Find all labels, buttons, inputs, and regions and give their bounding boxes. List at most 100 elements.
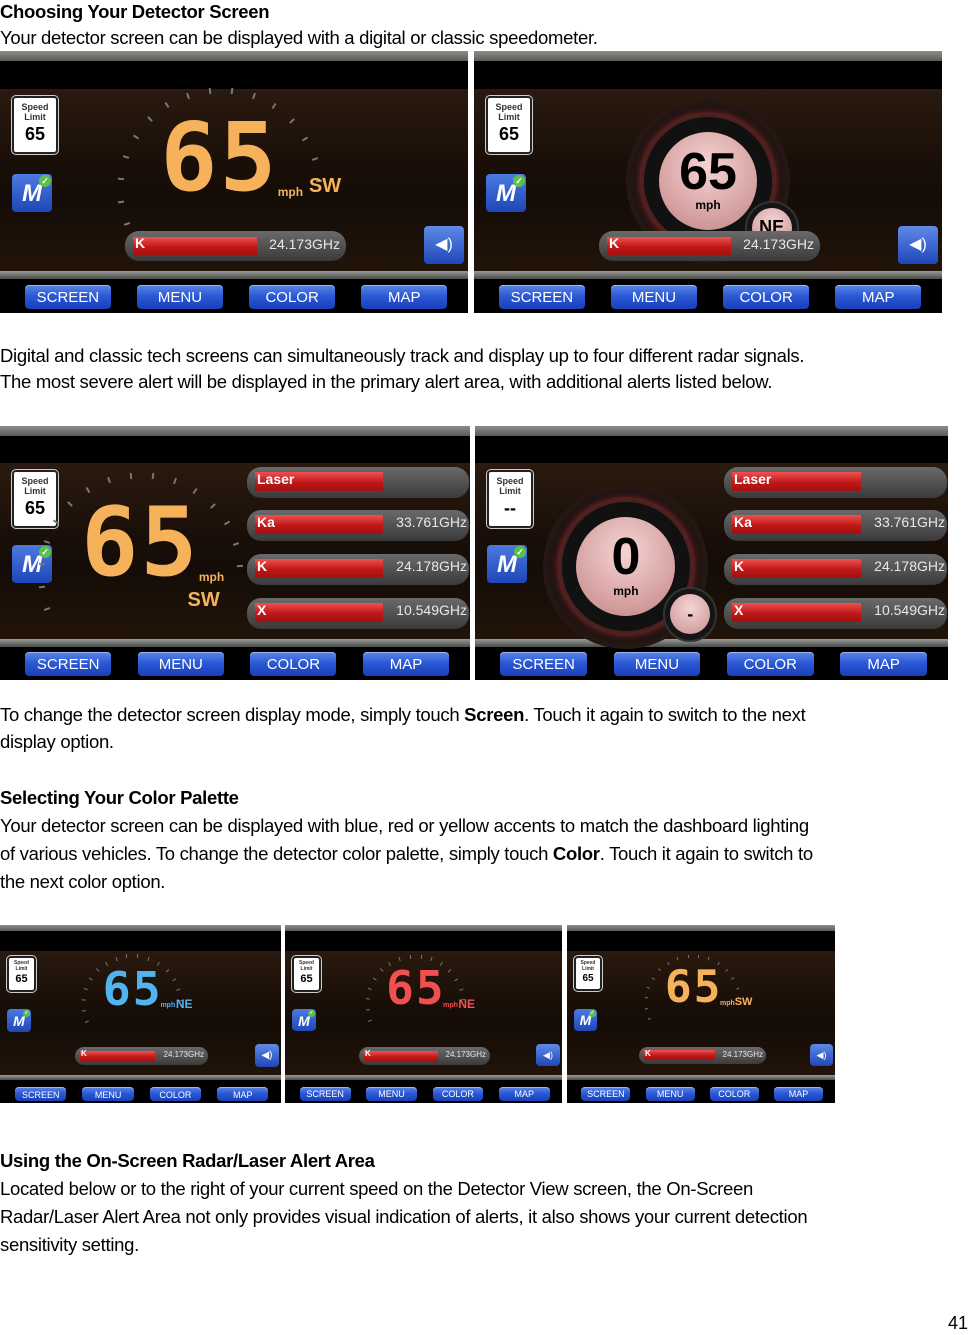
volume-icon[interactable]: ◀) <box>898 226 938 264</box>
top-bar <box>0 925 281 931</box>
para-color-1: Your detector screen can be displayed wi… <box>0 815 809 836</box>
speed-limit-label: Speed Limit <box>496 476 524 496</box>
nav-button-screen[interactable]: SCREEN <box>500 652 587 676</box>
heading-value: SW <box>734 996 753 1008</box>
nav-button-menu[interactable]: MENU <box>611 285 697 309</box>
detector-screen-digital-small: SCREEN MENU COLOR MAP Speed Limit 65 M ✓ ◀) 65 mph N… <box>285 925 562 1103</box>
para-screen-touch-2: display option. <box>0 731 114 752</box>
text: of various vehicles. To change the detec… <box>0 843 553 864</box>
nav-button-menu[interactable]: MENU <box>366 1087 417 1101</box>
nav-button-screen[interactable]: SCREEN <box>499 285 585 309</box>
nav-button-menu[interactable]: MENU <box>645 1087 695 1101</box>
nav-button-screen[interactable]: SCREEN <box>581 1087 631 1101</box>
m-app-icon[interactable]: M ✓ <box>292 1009 316 1031</box>
nav-button-map[interactable]: MAP <box>773 1087 824 1101</box>
mph-label: mph <box>613 583 639 598</box>
speed-limit-sign: Speed Limit 65 <box>292 956 321 992</box>
m-app-icon[interactable]: M ✓ <box>487 545 527 583</box>
text: To change the detector screen display mo… <box>0 704 465 725</box>
m-app-icon[interactable]: M ✓ <box>486 174 526 212</box>
speed-tick <box>420 954 422 959</box>
speed-value: 65 <box>679 143 737 202</box>
alert-band: Ka <box>734 514 752 530</box>
nav-button-menu[interactable]: MENU <box>137 285 223 309</box>
speed-value: 65 <box>160 103 279 213</box>
speed-limit-sign: Speed Limit 65 <box>574 956 602 991</box>
alert-strength-bar <box>644 1050 715 1060</box>
m-app-icon[interactable]: M ✓ <box>7 1009 31 1032</box>
para-screen-touch-1: To change the detector screen display mo… <box>0 701 806 729</box>
alert-strength-bar <box>133 237 257 255</box>
volume-icon[interactable]: ◀) <box>424 226 464 264</box>
para-color-3: the next color option. <box>0 871 166 892</box>
nav-button-menu[interactable]: MENU <box>137 652 224 676</box>
nav-button-menu[interactable]: MENU <box>613 652 701 676</box>
alert-band: K <box>609 235 620 251</box>
mph-label: mph <box>198 569 225 584</box>
alert-frequency: 24.173GHz <box>269 236 340 252</box>
check-icon: ✓ <box>39 175 51 187</box>
nav-button-map[interactable]: MAP <box>840 652 927 676</box>
nav-button-screen[interactable]: SCREEN <box>299 1087 351 1101</box>
nav-button-map[interactable]: MAP <box>361 285 448 309</box>
bottom-strip <box>0 271 468 279</box>
top-bar <box>474 51 942 61</box>
mph-label: mph <box>695 198 721 213</box>
volume-icon[interactable]: ◀) <box>536 1044 560 1066</box>
m-app-icon[interactable]: M ✓ <box>12 545 52 583</box>
speed-value: 65 <box>664 961 723 1013</box>
text: . Touch it again to switch to <box>599 843 813 864</box>
top-bar <box>0 426 470 436</box>
nav-button-color[interactable]: COLOR <box>726 652 814 676</box>
nav-button-map[interactable]: MAP <box>835 285 922 309</box>
alert-frequency: 10.549GHz <box>396 602 467 618</box>
speed-limit-label: Speed Limit <box>580 960 596 972</box>
alert-row: Ka 33.761GHz <box>724 510 947 541</box>
alert-frequency: 24.173GHz <box>445 1050 486 1059</box>
volume-icon[interactable]: ◀) <box>255 1044 279 1067</box>
bottom-strip <box>474 271 942 279</box>
nav-button-color[interactable]: COLOR <box>250 652 337 676</box>
nav-button-screen[interactable]: SCREEN <box>25 285 111 309</box>
nav-button-color[interactable]: COLOR <box>723 285 809 309</box>
nav-button-menu[interactable]: MENU <box>82 1087 134 1101</box>
mph-label: mph <box>160 1002 176 1010</box>
speed-limit-value: 65 <box>582 973 594 984</box>
mph-label: mph <box>720 1000 735 1008</box>
nav-button-map[interactable]: MAP <box>498 1087 550 1101</box>
bold-screen: Screen <box>464 704 525 725</box>
speed-limit-sign: Speed Limit 65 <box>12 96 58 154</box>
alert-strength-bar <box>255 603 383 622</box>
nav-button-screen[interactable]: SCREEN <box>15 1087 67 1101</box>
alert-row: K 24.173GHz <box>359 1047 490 1065</box>
alert-frequency: 24.173GHz <box>722 1050 763 1059</box>
m-app-icon[interactable]: M ✓ <box>12 174 52 212</box>
para-alert-1: Located below or to the right of your cu… <box>0 1178 754 1199</box>
alert-row: K 24.178GHz <box>247 554 469 585</box>
m-app-icon[interactable]: M ✓ <box>574 1009 597 1031</box>
nav-button-map[interactable]: MAP <box>363 652 449 676</box>
nav-button-color[interactable]: COLOR <box>432 1087 484 1101</box>
check-icon: ✓ <box>513 175 525 187</box>
nav-button-color[interactable]: COLOR <box>149 1087 202 1101</box>
alert-band: K <box>734 558 745 574</box>
nav-button-color[interactable]: COLOR <box>249 285 335 309</box>
page-number: 41 <box>947 1313 968 1333</box>
alert-band: Ka <box>257 514 275 530</box>
volume-icon[interactable]: ◀) <box>810 1044 833 1066</box>
nav-button-color[interactable]: COLOR <box>709 1087 759 1101</box>
alert-row: K 24.173GHz <box>125 231 346 261</box>
nav-button-screen[interactable]: SCREEN <box>25 652 112 676</box>
bottom-strip <box>475 639 948 647</box>
alert-band: X <box>257 602 267 618</box>
bottom-strip <box>0 639 470 647</box>
nav-button-map[interactable]: MAP <box>217 1087 269 1101</box>
alert-frequency: 24.178GHz <box>396 558 467 574</box>
speed-limit-value: 65 <box>15 973 28 985</box>
para-multi-signal-2: The most severe alert will be displayed … <box>0 371 773 392</box>
speed-limit-value: 65 <box>300 973 313 985</box>
heading-alert-area: Using the On-Screen Radar/Laser Alert Ar… <box>0 1150 375 1171</box>
alert-band: K <box>365 1049 371 1058</box>
speed-value: 65 <box>386 960 446 1015</box>
alert-row: X 10.549GHz <box>724 598 947 629</box>
